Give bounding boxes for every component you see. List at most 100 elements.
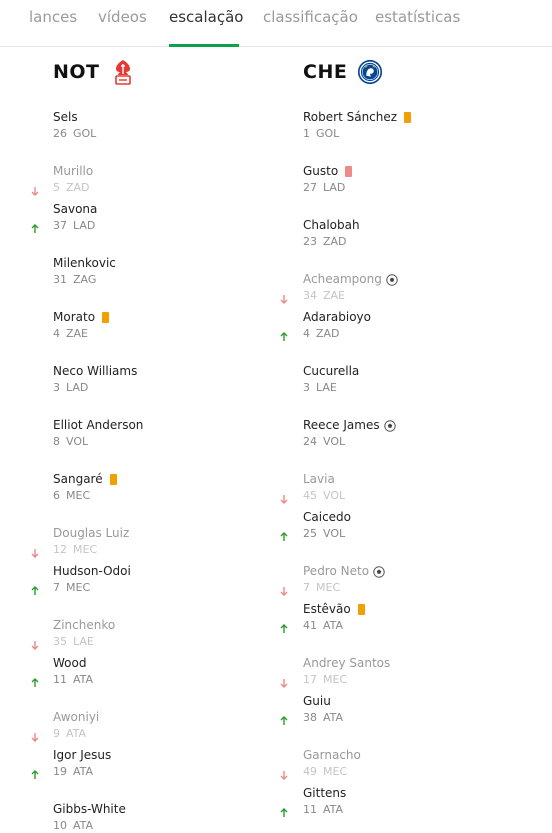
player-meta: 9 ATA [53, 726, 99, 741]
tab-lances[interactable]: lances [29, 8, 77, 26]
player-meta: 11 ATA [303, 802, 346, 817]
yellow-card-icon [404, 112, 412, 123]
player-number: 3 [303, 381, 310, 394]
home-player[interactable]: Zinchenko 35 LAE [53, 618, 115, 649]
away-player[interactable]: Reece James 24 VOL [303, 418, 396, 449]
yellow-card-icon [109, 474, 117, 485]
player-name: Pedro Neto [303, 564, 370, 578]
player-name: Gibbs-White [53, 802, 126, 816]
away-player[interactable]: Garnacho 49 MEC [303, 748, 361, 779]
player-name: Estêvão [303, 602, 351, 616]
sub-out-arrow-icon [280, 587, 288, 596]
home-player[interactable]: Sangaré 6 MEC [53, 472, 117, 503]
player-name-row: Cucurella [303, 364, 359, 379]
player-name: Caicedo [303, 510, 352, 524]
player-position: MEC [73, 543, 98, 556]
player-name: Wood [53, 656, 87, 670]
player-name-row: Douglas Luiz [53, 526, 129, 541]
player-position: ATA [66, 727, 87, 740]
away-player[interactable]: Adarabioyo 4 ZAD [303, 310, 371, 341]
player-meta: 1 GOL [303, 126, 411, 141]
home-player[interactable]: Igor Jesus 19 ATA [53, 748, 111, 779]
player-name: Milenkovic [53, 256, 116, 270]
player-meta: 12 MEC [53, 542, 129, 557]
player-name-row: Neco Williams [53, 364, 137, 379]
home-player[interactable]: Milenkovic 31 ZAG [53, 256, 116, 287]
player-meta: 3 LAD [53, 380, 137, 395]
player-name: Murillo [53, 164, 94, 178]
away-player[interactable]: Caicedo 25 VOL [303, 510, 351, 541]
away-player[interactable]: Chalobah 23 ZAD [303, 218, 360, 249]
player-name-row: Savona [53, 202, 97, 217]
player-meta: 45 VOL [303, 488, 345, 503]
home-player[interactable]: Neco Williams 3 LAD [53, 364, 137, 395]
sub-in-arrow-icon [31, 678, 39, 687]
player-name: Acheampong [303, 272, 382, 286]
home-player[interactable]: Wood 11 ATA [53, 656, 93, 687]
sub-in-arrow-icon [31, 224, 39, 233]
sub-in-arrow-icon [280, 624, 288, 633]
player-name-row: Acheampong [303, 272, 398, 287]
tab-videos[interactable]: vídeos [98, 8, 147, 26]
away-player[interactable]: Andrey Santos 17 MEC [303, 656, 390, 687]
home-player[interactable]: Elliot Anderson 8 VOL [53, 418, 143, 449]
player-name-row: Guiu [303, 694, 343, 709]
player-position: LAE [316, 381, 337, 394]
sub-out-arrow-icon [31, 549, 39, 558]
player-position: MEC [323, 765, 348, 778]
home-player[interactable]: Gibbs-White 10 ATA [53, 802, 126, 833]
away-player[interactable]: Estêvão 41 ATA [303, 602, 365, 633]
away-player[interactable]: Gusto 27 LAD [303, 164, 353, 195]
player-number: 12 [53, 543, 67, 556]
player-name-row: Andrey Santos [303, 656, 390, 671]
player-name: Savona [53, 202, 98, 216]
away-player[interactable]: Robert Sánchez 1 GOL [303, 110, 412, 141]
player-name-row: Chalobah [303, 218, 360, 233]
player-name-row: Morato [53, 310, 110, 325]
player-name-row: Garnacho [303, 748, 361, 763]
player-name-row: Caicedo [303, 510, 351, 525]
player-number: 4 [303, 327, 310, 340]
player-name: Sels [53, 110, 78, 124]
tab-classificacao[interactable]: classificação [263, 8, 358, 26]
player-name-row: Murillo [53, 164, 93, 179]
player-meta: 7 MEC [53, 580, 131, 595]
away-player[interactable]: Pedro Neto 7 MEC [303, 564, 385, 595]
player-name: Douglas Luiz [53, 526, 130, 540]
tab-estatisticas[interactable]: estatísticas [375, 8, 460, 26]
away-player[interactable]: Cucurella 3 LAE [303, 364, 359, 395]
sub-out-arrow-icon [280, 771, 288, 780]
player-number: 49 [303, 765, 317, 778]
player-name-row: Hudson-Odoi [53, 564, 131, 579]
player-number: 35 [53, 635, 67, 648]
home-player[interactable]: Douglas Luiz 12 MEC [53, 526, 129, 557]
player-number: 26 [53, 127, 67, 140]
player-position: GOL [316, 127, 340, 140]
player-name: Gittens [303, 786, 347, 800]
player-position: VOL [323, 527, 346, 540]
yellow-card-icon [102, 312, 110, 323]
home-player[interactable]: Awoniyi 9 ATA [53, 710, 99, 741]
sub-out-arrow-icon [280, 679, 288, 688]
tab-escalacao[interactable]: escalação [169, 8, 243, 26]
player-number: 38 [303, 711, 317, 724]
player-position: ATA [73, 819, 94, 832]
player-number: 6 [53, 489, 60, 502]
player-name: Reece James [303, 418, 380, 432]
home-player[interactable]: Morato 4 ZAE [53, 310, 110, 341]
home-player[interactable]: Sels 26 GOL [53, 110, 96, 141]
away-player[interactable]: Lavia 45 VOL [303, 472, 345, 503]
away-player[interactable]: Acheampong 34 ZAE [303, 272, 398, 303]
home-player[interactable]: Hudson-Odoi 7 MEC [53, 564, 131, 595]
player-meta: 24 VOL [303, 434, 396, 449]
player-number: 37 [53, 219, 67, 232]
home-player[interactable]: Murillo 5 ZAD [53, 164, 93, 195]
sub-out-arrow-icon [31, 641, 39, 650]
player-name-row: Wood [53, 656, 93, 671]
active-tab-indicator [169, 44, 239, 47]
home-player[interactable]: Savona 37 LAD [53, 202, 97, 233]
player-position: ATA [73, 765, 94, 778]
away-player[interactable]: Guiu 38 ATA [303, 694, 343, 725]
player-name: Robert Sánchez [303, 110, 398, 124]
away-player[interactable]: Gittens 11 ATA [303, 786, 346, 817]
